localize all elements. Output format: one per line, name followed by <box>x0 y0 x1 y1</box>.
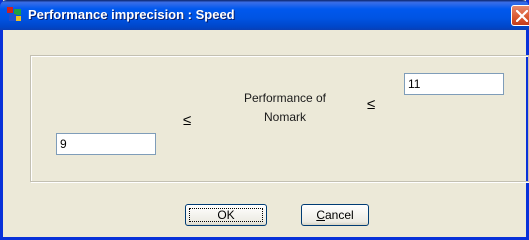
performance-label-line1: Performance of <box>243 91 327 105</box>
leq-symbol-left: ≤ <box>183 112 192 129</box>
close-icon <box>516 10 528 22</box>
lower-bound-input[interactable]: 9 <box>56 133 156 155</box>
dialog-window: Performance imprecision : Speed 11 9 ≤ ≤… <box>0 0 529 240</box>
app-icon <box>6 6 23 23</box>
leq-symbol-right: ≤ <box>367 96 376 113</box>
cancel-button-label: ancel <box>324 208 354 222</box>
upper-bound-input[interactable]: 11 <box>404 73 504 95</box>
close-button[interactable] <box>511 5 529 26</box>
cancel-button[interactable]: Cancel <box>301 204 369 226</box>
ok-button[interactable]: OK <box>185 204 267 226</box>
window-title: Performance imprecision : Speed <box>28 7 235 22</box>
performance-label-line2: Nomark <box>263 110 306 124</box>
title-bar[interactable]: Performance imprecision : Speed <box>0 0 529 30</box>
cancel-mnemonic: C <box>316 208 325 222</box>
performance-label: Performance of Nomark <box>225 89 345 127</box>
focus-rectangle <box>189 208 263 222</box>
